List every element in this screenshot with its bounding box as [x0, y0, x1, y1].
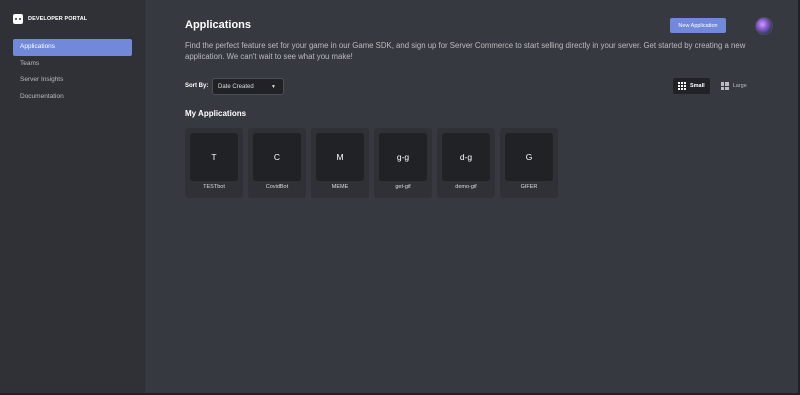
app-name: CovidBot: [265, 184, 289, 190]
sidebar-nav: Applications Teams Server Insights Docum…: [13, 39, 132, 105]
size-toggle: Small Large: [673, 78, 752, 94]
app-card-get-gif[interactable]: g-g get-gif: [374, 128, 432, 198]
app-icon: d-g: [442, 133, 490, 181]
app-name: get-gif: [395, 184, 411, 190]
app-name: demo-gif: [455, 184, 477, 190]
app-name: GIFER: [520, 184, 538, 190]
grid-small-icon: [678, 82, 686, 90]
app-icon: G: [505, 133, 553, 181]
brand-title: DEVELOPER PORTAL: [28, 16, 88, 22]
size-small-button[interactable]: Small: [673, 78, 710, 94]
page-title: Applications: [185, 19, 252, 31]
sidebar: DEVELOPER PORTAL Applications Teams Serv…: [0, 0, 145, 393]
app-card-meme[interactable]: M MEME: [311, 128, 369, 198]
app-card-covidbot[interactable]: C CovidBot: [248, 128, 306, 198]
brand[interactable]: DEVELOPER PORTAL: [13, 14, 87, 24]
sort-label: Sort By:: [185, 83, 209, 89]
app-icon: C: [253, 133, 301, 181]
sidebar-item-server-insights[interactable]: Server Insights: [13, 72, 132, 89]
size-small-label: Small: [690, 83, 705, 89]
sidebar-item-teams[interactable]: Teams: [13, 56, 132, 73]
size-large-button[interactable]: Large: [716, 78, 752, 94]
app-list: T TESTbot C CovidBot M MEME g-g get-gif …: [185, 128, 563, 198]
app-card-demo-gif[interactable]: d-g demo-gif: [437, 128, 495, 198]
app-name: TESTbot: [203, 184, 225, 190]
app-card-gifer[interactable]: G GIFER: [500, 128, 558, 198]
app-icon: g-g: [379, 133, 427, 181]
page-description: Find the perfect feature set for your ga…: [185, 41, 746, 61]
avatar[interactable]: [756, 18, 772, 34]
app-icon: T: [190, 133, 238, 181]
app-name: MEME: [331, 184, 349, 190]
new-application-button[interactable]: New Application: [670, 18, 726, 33]
app-card-testbot[interactable]: T TESTbot: [185, 128, 243, 198]
size-large-label: Large: [732, 83, 747, 89]
section-title: My Applications: [185, 109, 247, 118]
grid-large-icon: [720, 82, 729, 90]
chevron-down-icon: ▼: [271, 84, 276, 90]
sidebar-item-applications[interactable]: Applications: [13, 39, 132, 56]
sort-value: Date Created: [218, 83, 254, 90]
sort-select[interactable]: Date Created ▼: [212, 78, 284, 95]
discord-logo-icon: [13, 14, 23, 24]
app-icon: M: [316, 133, 364, 181]
sidebar-item-documentation[interactable]: Documentation: [13, 89, 132, 106]
